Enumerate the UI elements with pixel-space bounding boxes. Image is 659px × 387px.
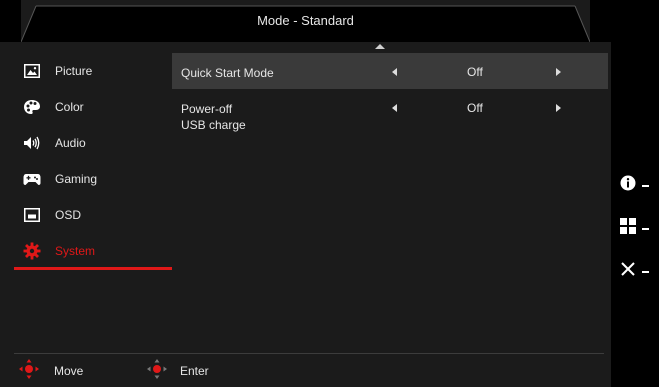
gamepad-icon	[23, 170, 41, 188]
footer-move: Move	[18, 358, 84, 385]
enter-label: Enter	[180, 364, 209, 378]
osd-icon	[23, 206, 41, 224]
palette-icon	[23, 98, 41, 116]
hotkey-menu[interactable]	[620, 218, 649, 239]
sidebar-item-osd[interactable]: OSD	[14, 197, 172, 233]
info-icon	[620, 175, 636, 196]
enter-joystick-icon	[146, 358, 168, 385]
scroll-up-icon[interactable]	[375, 44, 385, 49]
setting-label: Power-off USB charge	[181, 101, 246, 133]
settings-list: Quick Start Mode Off Power-off USB charg…	[172, 53, 608, 132]
dash-icon	[642, 184, 649, 187]
dash-icon	[642, 270, 649, 273]
close-icon	[620, 261, 636, 282]
hotkey-close[interactable]	[620, 261, 649, 282]
speaker-icon	[23, 134, 41, 152]
sidebar-item-picture[interactable]: Picture	[14, 53, 172, 89]
sidebar-item-label: Color	[55, 100, 84, 114]
arrow-right-icon[interactable]	[556, 104, 561, 112]
sidebar-item-gaming[interactable]: Gaming	[14, 161, 172, 197]
sidebar-item-label: Audio	[55, 136, 86, 150]
setting-row-power-off-usb-charge[interactable]: Power-off USB charge Off	[172, 89, 608, 132]
footer-divider	[14, 353, 604, 354]
menu-grid-icon	[620, 218, 636, 239]
setting-label-line-2: USB charge	[181, 118, 246, 132]
osd-panel: Mode - Standard Picture Color Audio Gami…	[0, 0, 611, 387]
move-label: Move	[54, 364, 84, 378]
footer: Move Enter	[14, 358, 604, 385]
setting-row-quick-start-mode[interactable]: Quick Start Mode Off	[172, 53, 608, 89]
arrow-left-icon[interactable]	[392, 68, 397, 76]
page-title: Mode - Standard	[257, 13, 354, 28]
setting-value: Off	[467, 101, 483, 115]
sidebar-item-label: System	[55, 244, 96, 258]
move-joystick-icon	[18, 358, 40, 385]
sidebar-item-color[interactable]: Color	[14, 89, 172, 125]
sidebar-item-audio[interactable]: Audio	[14, 125, 172, 161]
footer-enter: Enter	[146, 358, 209, 385]
dash-icon	[642, 227, 649, 230]
hotkey-info[interactable]	[620, 175, 649, 196]
sidebar-item-label: Gaming	[55, 172, 98, 186]
hotkey-bar	[611, 0, 659, 387]
setting-label-line-1: Power-off	[181, 102, 233, 116]
sidebar-item-label: Picture	[55, 64, 93, 78]
arrow-right-icon[interactable]	[556, 68, 561, 76]
sidebar: Picture Color Audio Gaming OSD System	[14, 53, 172, 270]
arrow-left-icon[interactable]	[392, 104, 397, 112]
setting-value: Off	[467, 65, 483, 79]
gear-icon	[23, 242, 41, 260]
sidebar-item-system[interactable]: System	[14, 233, 172, 270]
setting-label: Quick Start Mode	[181, 66, 274, 80]
sidebar-item-label: OSD	[55, 208, 82, 222]
picture-icon	[23, 62, 41, 80]
